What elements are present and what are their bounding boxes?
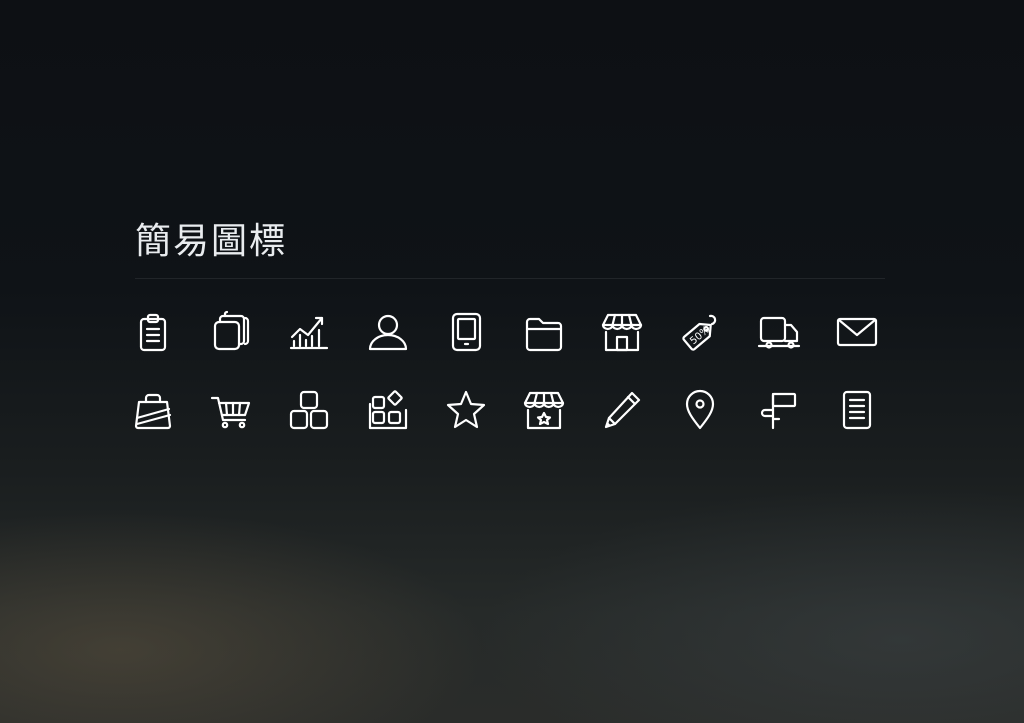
chart-icon[interactable] xyxy=(289,312,329,352)
store-icon[interactable] xyxy=(602,312,643,352)
mail-icon[interactable] xyxy=(836,312,877,352)
location-pin-icon[interactable] xyxy=(680,389,720,430)
folder-icon[interactable] xyxy=(524,312,564,352)
page-title: 簡易圖標 xyxy=(135,221,288,262)
featured-store-icon[interactable] xyxy=(523,390,565,430)
cards-stack-icon[interactable] xyxy=(211,310,251,352)
signpost-icon[interactable] xyxy=(759,390,799,430)
shopping-cart-icon[interactable] xyxy=(211,390,251,430)
blocks-icon[interactable] xyxy=(289,390,329,430)
pencil-icon[interactable] xyxy=(602,390,642,430)
clipboard-icon[interactable] xyxy=(133,312,173,352)
title-divider xyxy=(135,278,885,279)
shopping-bag-icon[interactable] xyxy=(133,390,173,430)
tablet-icon[interactable] xyxy=(446,312,486,352)
user-icon[interactable] xyxy=(368,312,408,352)
delivery-truck-icon[interactable] xyxy=(757,312,800,352)
document-icon[interactable] xyxy=(837,390,877,430)
discount-tag-icon[interactable]: 50% xyxy=(680,312,720,352)
star-icon[interactable] xyxy=(446,390,486,430)
icon-grid: 50% xyxy=(133,310,877,430)
apps-icon[interactable] xyxy=(368,390,408,430)
